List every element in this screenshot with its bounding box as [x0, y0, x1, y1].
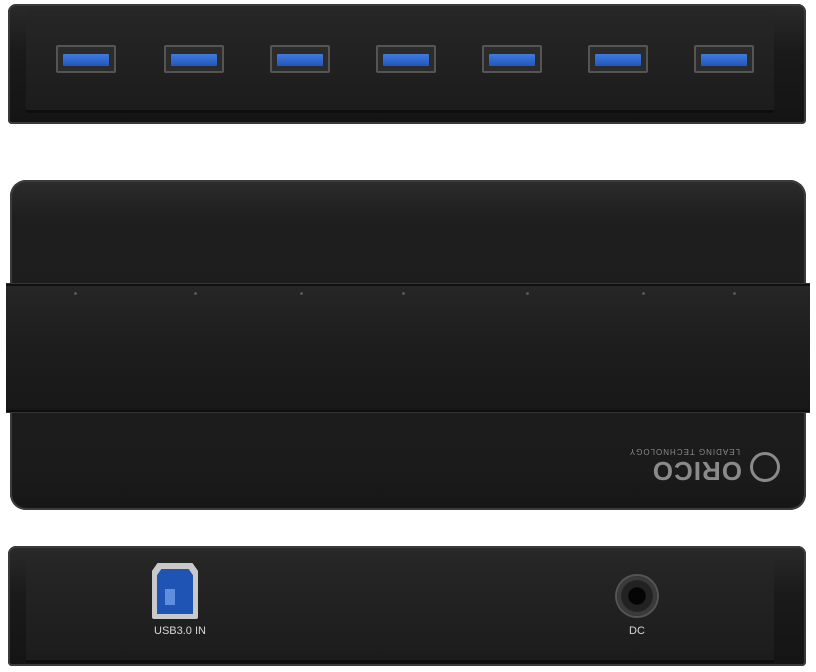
usb-a-port	[482, 45, 542, 73]
brand-logo-icon	[750, 452, 780, 482]
usb-a-port	[376, 45, 436, 73]
usb-b-port-icon	[152, 563, 198, 619]
brand-name: ORICO	[651, 456, 742, 486]
hub-top-band	[6, 284, 810, 412]
brand-logo: ORICO LEADING TECHNOLOGY	[628, 444, 780, 486]
usb-a-port	[694, 45, 754, 73]
led-indicator	[300, 292, 303, 295]
usb-a-port	[56, 45, 116, 73]
dc-jack-icon	[617, 576, 657, 616]
hub-back-face	[26, 556, 774, 663]
usb-in-label: USB3.0 IN	[154, 625, 206, 637]
usb-a-port	[588, 45, 648, 73]
led-indicator	[402, 292, 405, 295]
led-indicator	[642, 292, 645, 295]
dc-label: DC	[629, 625, 645, 637]
brand-tagline: LEADING TECHNOLOGY	[628, 447, 740, 456]
led-indicator	[733, 292, 736, 295]
usb-a-port	[164, 45, 224, 73]
led-indicator	[74, 292, 77, 295]
led-indicator	[194, 292, 197, 295]
usb-a-port	[270, 45, 330, 73]
led-indicator	[526, 292, 529, 295]
